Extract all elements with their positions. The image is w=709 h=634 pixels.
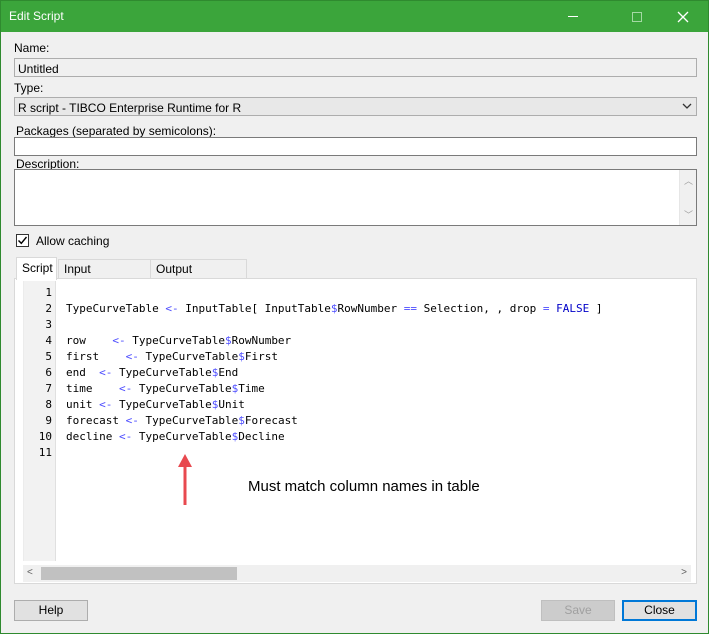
chevron-down-icon [682,103,692,109]
code-line-7: time <- TypeCurveTable$Time [66,382,265,395]
scroll-up-icon[interactable]: ︿ [684,174,693,187]
line-number-gutter: 1 2 3 4 5 6 7 8 9 10 11 [24,281,56,561]
close-button[interactable]: Close [622,600,697,621]
tab-script[interactable]: Script [16,257,57,280]
line-number: 5 [45,350,52,363]
line-number: 11 [38,446,52,459]
line-number: 10 [38,430,52,443]
title-bar[interactable]: Edit Script [1,1,708,32]
scroll-down-icon[interactable]: ﹀ [684,208,693,221]
type-value: R script - TIBCO Enterprise Runtime for … [18,101,242,115]
minimize-button[interactable] [568,1,614,32]
annotation-arrow-icon [178,454,192,505]
scroll-right-icon[interactable]: > [681,567,687,578]
allow-caching-label: Allow caching [36,234,110,248]
code-line-9: forecast <- TypeCurveTable$Forecast [66,414,298,427]
maximize-icon [632,11,642,22]
description-textarea[interactable]: ︿ ﹀ [14,169,697,226]
editor-horizontal-scrollbar[interactable]: < > [23,565,691,582]
code-line-5: first <- TypeCurveTable$First [66,350,278,363]
line-number: 3 [45,318,52,331]
packages-label: Packages (separated by semicolons): [16,124,217,138]
window-title: Edit Script [9,9,64,23]
tab-input-parameters[interactable]: Input Parameters [58,259,151,290]
maximize-button[interactable] [614,1,660,32]
line-number: 1 [45,286,52,299]
checkmark-icon [18,236,28,245]
scroll-left-icon[interactable]: < [27,567,33,578]
line-number: 6 [45,366,52,379]
line-number: 8 [45,398,52,411]
script-editor[interactable]: 1 2 3 4 5 6 7 8 9 10 11 TypeCurveTable <… [23,281,691,561]
scrollbar-thumb[interactable] [41,567,237,580]
packages-input[interactable] [14,137,697,156]
allow-caching-checkbox[interactable] [16,234,29,247]
type-label: Type: [14,81,44,95]
code-line-2: TypeCurveTable <- InputTable[ InputTable… [66,302,603,315]
edit-script-dialog: Edit Script Name: Untitled Type: R scrip… [0,0,709,634]
annotation-text: Must match column names in table [248,478,480,495]
code-line-10: decline <- TypeCurveTable$Decline [66,430,285,443]
save-button[interactable]: Save [541,600,615,621]
tab-output-parameters[interactable]: Output Parameters [150,259,247,290]
close-window-button[interactable] [660,1,706,32]
name-value: Untitled [18,62,59,76]
name-label: Name: [14,41,50,55]
type-dropdown[interactable]: R script - TIBCO Enterprise Runtime for … [14,97,697,116]
description-scrollbar[interactable]: ︿ ﹀ [679,170,696,225]
line-number: 4 [45,334,52,347]
line-number: 7 [45,382,52,395]
close-icon [677,11,689,22]
code-line-6: end <- TypeCurveTable$End [66,366,239,379]
name-field[interactable]: Untitled [14,58,697,77]
help-button[interactable]: Help [14,600,88,621]
line-number: 9 [45,414,52,427]
script-tab-panel: 1 2 3 4 5 6 7 8 9 10 11 TypeCurveTable <… [14,278,697,584]
minimize-icon [568,16,578,17]
line-number: 2 [45,302,52,315]
code-line-8: unit <- TypeCurveTable$Unit [66,398,245,411]
code-line-4: row <- TypeCurveTable$RowNumber [66,334,292,347]
